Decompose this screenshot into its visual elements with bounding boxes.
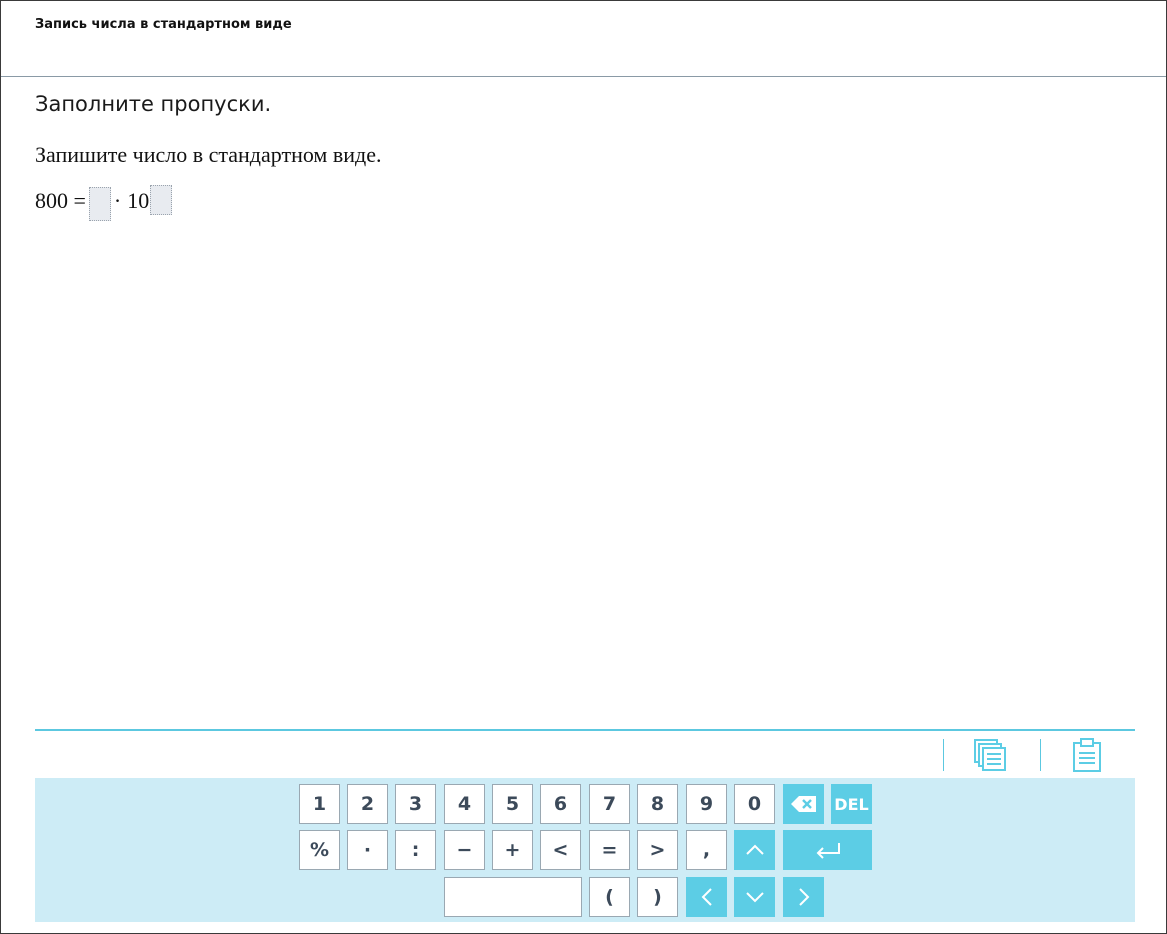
toolbar-separator — [1040, 739, 1041, 771]
key-plus[interactable]: + — [492, 830, 533, 870]
exponent-input[interactable] — [150, 185, 173, 215]
down-key[interactable] — [734, 877, 775, 917]
equation-base: 10 — [127, 188, 150, 213]
key-greater[interactable]: > — [637, 830, 678, 870]
arrow-down-icon — [745, 892, 764, 903]
up-key[interactable] — [734, 830, 775, 870]
left-key[interactable] — [686, 877, 727, 917]
header: Запись числа в стандартном виде — [1, 1, 1166, 77]
enter-key[interactable] — [783, 830, 872, 870]
task-prompt: Запишите число в стандартном виде. — [35, 142, 382, 167]
equation: 800 = · 10 — [35, 185, 173, 225]
key-minus[interactable]: − — [444, 830, 485, 870]
enter-icon — [816, 843, 840, 859]
key-comma[interactable]: , — [686, 830, 727, 870]
space-key[interactable] — [444, 877, 582, 917]
key-2[interactable]: 2 — [347, 784, 388, 824]
key-colon[interactable]: : — [395, 830, 436, 870]
key-less[interactable]: < — [540, 830, 581, 870]
key-3[interactable]: 3 — [395, 784, 436, 824]
key-6[interactable]: 6 — [540, 784, 581, 824]
key-percent[interactable]: % — [299, 830, 340, 870]
task-window: Запись числа в стандартном виде Заполнит… — [0, 0, 1167, 934]
mantissa-input[interactable] — [88, 187, 111, 221]
multiply-dot: · — [113, 188, 122, 213]
keyboard-divider — [35, 729, 1135, 731]
instruction-text: Заполните пропуски. — [35, 92, 272, 116]
key-7[interactable]: 7 — [589, 784, 630, 824]
key-1[interactable]: 1 — [299, 784, 340, 824]
key-close-paren[interactable]: ) — [637, 877, 678, 917]
right-key[interactable] — [783, 877, 824, 917]
key-0[interactable]: 0 — [734, 784, 775, 824]
key-open-paren[interactable]: ( — [589, 877, 630, 917]
arrow-right-icon — [798, 888, 809, 906]
key-9[interactable]: 9 — [686, 784, 727, 824]
key-5[interactable]: 5 — [492, 784, 533, 824]
virtual-keyboard: 1 2 3 4 5 6 7 8 9 0 DEL % · : − + < = > … — [35, 778, 1135, 922]
page-title: Запись числа в стандартном виде — [35, 17, 292, 32]
key-equals[interactable]: = — [589, 830, 630, 870]
toolbar-separator — [943, 739, 944, 771]
paste-icon[interactable] — [1069, 737, 1105, 773]
key-8[interactable]: 8 — [637, 784, 678, 824]
equation-lhs: 800 = — [35, 188, 86, 213]
backspace-icon — [790, 796, 816, 812]
key-4[interactable]: 4 — [444, 784, 485, 824]
arrow-up-icon — [745, 844, 764, 855]
key-dot[interactable]: · — [347, 830, 388, 870]
backspace-key[interactable] — [783, 784, 824, 824]
copy-icon[interactable] — [972, 737, 1008, 773]
del-key[interactable]: DEL — [831, 784, 872, 824]
arrow-left-icon — [701, 888, 712, 906]
